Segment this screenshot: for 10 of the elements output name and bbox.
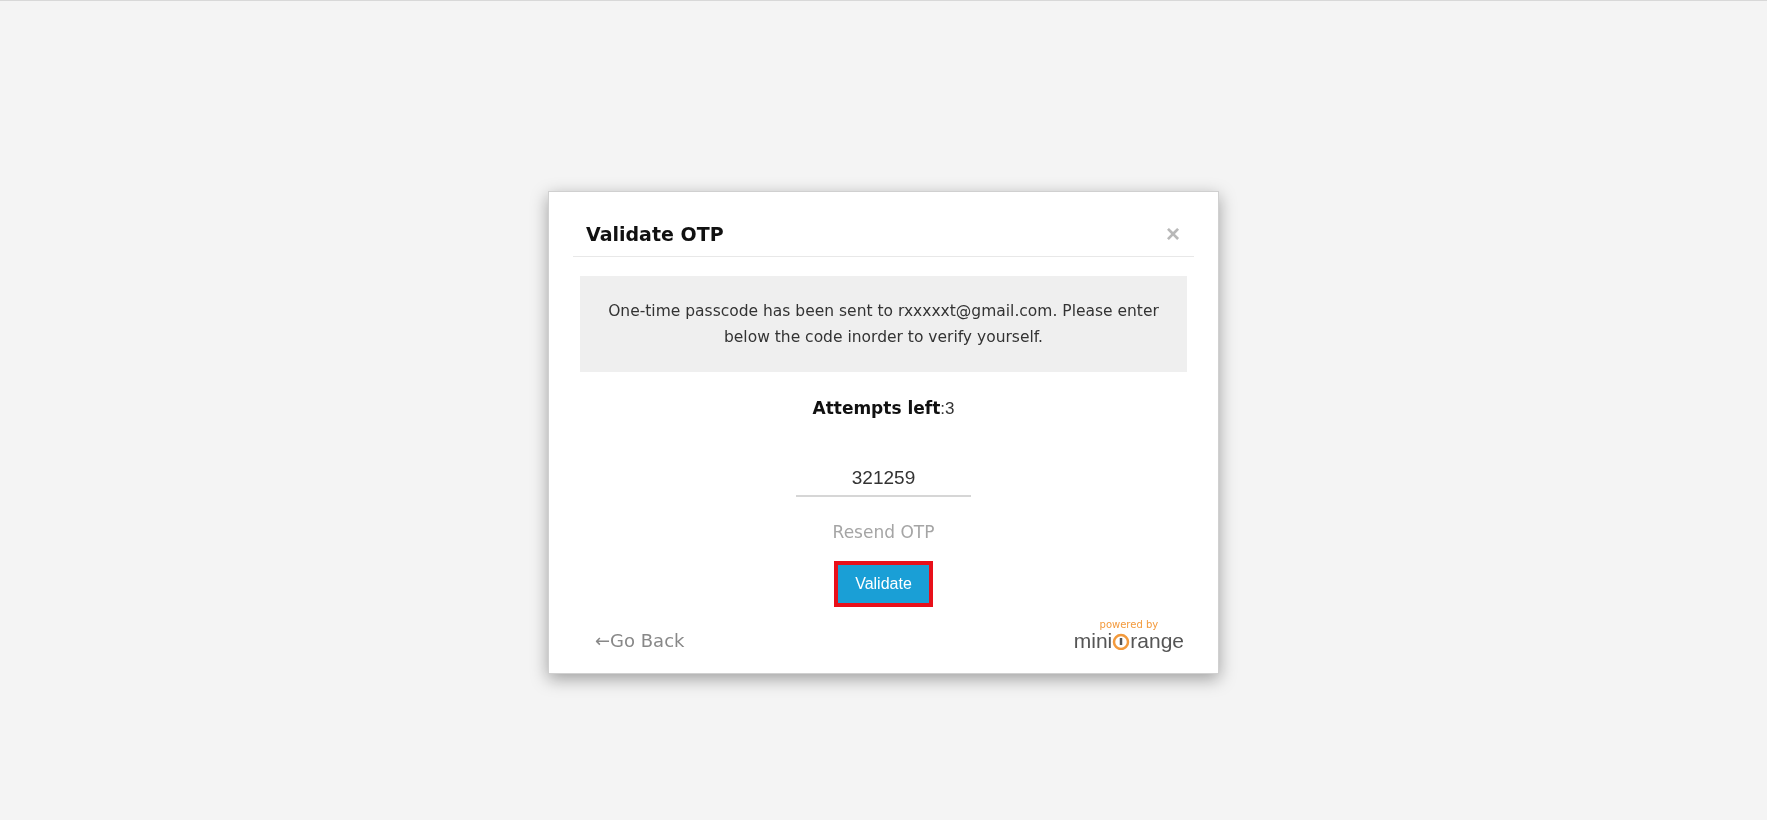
- attempts-left: Attempts left:3: [811, 398, 956, 419]
- go-back-link[interactable]: ←Go Back: [595, 630, 685, 651]
- close-button[interactable]: ×: [1166, 222, 1180, 246]
- logo-text: mini: [1073, 630, 1113, 651]
- logo-ring-icon: [1112, 631, 1131, 650]
- powered-by-text: powered by: [1099, 619, 1159, 630]
- logo-text: range: [1130, 630, 1184, 651]
- resend-otp-link[interactable]: Resend OTP: [832, 522, 935, 542]
- dialog-title: Validate OTP: [586, 223, 724, 245]
- info-message: One-time passcode has been sent to rxxxxxt@gmail.com. Please enter below the code inorder to verify yourself.: [580, 276, 1187, 372]
